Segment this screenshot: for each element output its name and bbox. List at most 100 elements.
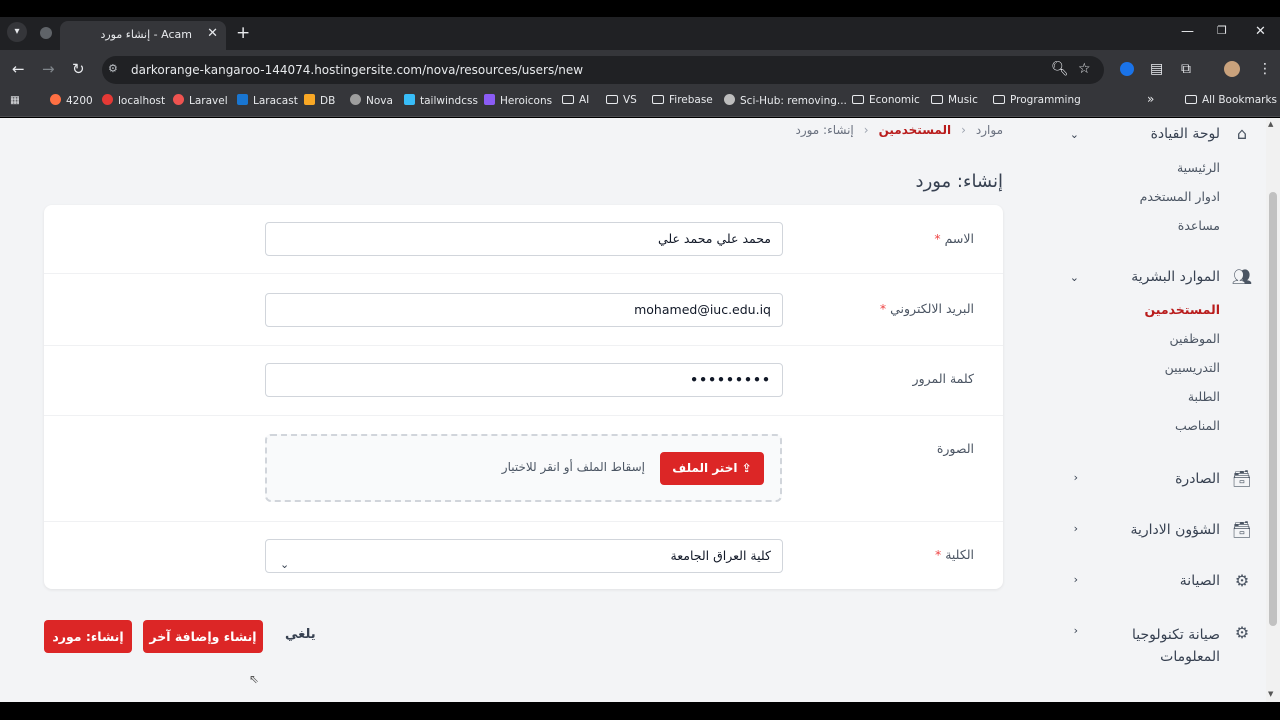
- sidebar-group-hr[interactable]: الموارد البشرية: [1131, 269, 1220, 285]
- cancel-button[interactable]: يلغي: [285, 627, 316, 642]
- upload-icon: ⇪: [741, 461, 752, 475]
- chevron-left-icon[interactable]: ‹: [1074, 573, 1078, 586]
- college-select[interactable]: كلية العراق الجامعة ⌄: [265, 539, 783, 573]
- chevron-left-icon[interactable]: ‹: [1074, 471, 1078, 484]
- page-title: إنشاء: مورد: [915, 171, 1003, 192]
- bookmark-folder-firebase[interactable]: Firebase: [652, 94, 713, 106]
- document-icon[interactable]: ▤: [1150, 61, 1163, 77]
- breadcrumb-current: إنشاء: مورد: [795, 123, 854, 137]
- mouse-cursor-icon: ⇖: [249, 672, 260, 686]
- bookmark-heroicons[interactable]: Heroicons: [484, 94, 552, 107]
- sidebar-item-employees[interactable]: الموظفين: [1169, 331, 1220, 346]
- home-icon: ⌂: [1236, 124, 1248, 143]
- profile-avatar[interactable]: [1224, 61, 1240, 77]
- sidebar-group-maintenance[interactable]: الصيانة: [1180, 573, 1220, 589]
- app-page: ⌂ لوحة القيادة ⌄ الرئيسية ادوار المستخدم…: [0, 118, 1266, 702]
- minimize-icon[interactable]: —: [1181, 24, 1194, 39]
- apps-grid-icon[interactable]: ▦: [10, 94, 20, 106]
- college-selected-value: كلية العراق الجامعة: [670, 548, 771, 563]
- zoom-search-icon[interactable]: 🔍︎: [1051, 61, 1069, 77]
- forward-arrow-icon[interactable]: →: [42, 60, 55, 78]
- chevron-left-icon[interactable]: ‹: [1074, 522, 1078, 535]
- bookmark-4200[interactable]: 4200: [50, 94, 93, 107]
- chevron-down-icon[interactable]: ⌄: [1070, 271, 1079, 284]
- bookmark-scihub[interactable]: Sci-Hub: removing...: [724, 94, 847, 107]
- sidebar-group-dashboard[interactable]: لوحة القيادة: [1151, 126, 1220, 142]
- create-button[interactable]: إنشاء: مورد: [44, 620, 132, 653]
- name-label: الاسم *: [934, 231, 974, 246]
- restore-icon[interactable]: ❐: [1217, 24, 1227, 37]
- gear-icon: ⚙: [1234, 623, 1250, 642]
- active-tab[interactable]: إنشاء مورد - Acam ✕: [60, 21, 226, 50]
- sidebar-item-home[interactable]: الرئيسية: [1177, 160, 1220, 175]
- star-bookmark-icon[interactable]: ☆: [1078, 61, 1091, 77]
- bookmark-laracast[interactable]: Laracast: [237, 94, 298, 107]
- bookmark-db[interactable]: DB: [304, 94, 335, 107]
- laracast-icon: [237, 94, 248, 105]
- folder-icon: [562, 95, 574, 104]
- extension-blue-icon[interactable]: [1120, 62, 1134, 76]
- chevron-down-icon: ⌄: [280, 558, 290, 571]
- bookmark-folder-vs[interactable]: VS: [606, 94, 637, 106]
- sidebar-item-user-roles[interactable]: ادوار المستخدم: [1140, 189, 1220, 204]
- kebab-menu-icon[interactable]: ⋮: [1258, 61, 1272, 77]
- close-icon[interactable]: ✕: [207, 26, 218, 41]
- password-input[interactable]: •••••••••: [265, 363, 783, 397]
- sidebar-group-admin[interactable]: الشؤون الادارية: [1130, 522, 1220, 538]
- tab-search-chevron-icon[interactable]: ▾: [7, 22, 27, 42]
- chevron-left-icon[interactable]: ‹: [1074, 624, 1078, 637]
- chevron-down-icon[interactable]: ⌄: [1070, 128, 1079, 141]
- email-input[interactable]: mohamed@iuc.edu.iq: [265, 293, 783, 327]
- breadcrumb: موارد ‹ المستخدمين ‹ إنشاء: مورد: [795, 123, 1003, 137]
- reload-icon[interactable]: ↻: [72, 60, 85, 78]
- sidebar-item-teachers[interactable]: التدريسيين: [1165, 360, 1220, 375]
- bookmark-folder-economic[interactable]: Economic: [852, 94, 920, 106]
- window-close-icon[interactable]: ✕: [1255, 24, 1266, 39]
- breadcrumb-section[interactable]: المستخدمين: [879, 123, 951, 137]
- folder-icon: [852, 95, 864, 104]
- all-bookmarks[interactable]: All Bookmarks: [1185, 94, 1277, 106]
- college-label: الكلية *: [934, 547, 974, 562]
- bookmark-localhost[interactable]: localhost: [102, 94, 165, 107]
- breadcrumb-separator-icon: ‹: [961, 123, 966, 137]
- new-tab-plus-icon[interactable]: +: [236, 23, 250, 43]
- breadcrumb-root[interactable]: موارد: [976, 123, 1003, 137]
- scroll-up-arrow-icon[interactable]: ▲: [1268, 120, 1273, 128]
- form-card: الاسم * محمد علي محمد علي البريد الالكتر…: [44, 205, 1003, 589]
- inbox-icon: 🗃︎: [1231, 469, 1252, 488]
- breadcrumb-separator-icon: ‹: [863, 123, 869, 137]
- sidebar-item-students[interactable]: الطلبة: [1188, 389, 1220, 404]
- bookmark-folder-ai[interactable]: AI: [562, 94, 589, 106]
- sidebar-item-help[interactable]: مساعدة: [1178, 218, 1220, 233]
- sidebar-group-outgoing[interactable]: الصادرة: [1175, 471, 1220, 487]
- bookmark-laravel[interactable]: Laravel: [173, 94, 228, 107]
- folder-icon: [931, 95, 943, 104]
- site-settings-icon[interactable]: ⚙: [108, 62, 118, 75]
- scrollbar-thumb[interactable]: [1269, 192, 1277, 626]
- gear-icon: ⚙: [1234, 571, 1250, 590]
- sidebar-item-positions[interactable]: المناصب: [1175, 418, 1220, 433]
- inbox-icon: 🗃︎: [1231, 520, 1252, 539]
- bookmarks-overflow-chevron-icon[interactable]: »: [1147, 92, 1154, 106]
- bookmark-folder-music[interactable]: Music: [931, 94, 978, 106]
- bookmark-folder-programming[interactable]: Programming: [993, 94, 1081, 106]
- create-and-add-another-button[interactable]: إنشاء وإضافة آخر: [143, 620, 263, 653]
- sidebar-item-users[interactable]: المستخدمين: [1144, 302, 1220, 317]
- image-dropzone[interactable]: ⇪ اختر الملف إسقاط الملف أو انقر للاختيا…: [265, 434, 782, 502]
- users-group-icon: 👥︎: [1231, 267, 1252, 286]
- puzzle-extensions-icon[interactable]: ⧉: [1181, 61, 1191, 77]
- divider: [44, 415, 1003, 416]
- back-arrow-icon[interactable]: ←: [12, 60, 25, 78]
- bookmark-tailwindcss[interactable]: tailwindcss: [404, 94, 478, 107]
- email-label: البريد الالكتروني *: [879, 301, 974, 316]
- url-text[interactable]: darkorange-kangaroo-144074.hostingersite…: [131, 63, 583, 77]
- bookmark-favicon-icon: [50, 94, 61, 105]
- globe-icon[interactable]: [40, 27, 52, 39]
- tab-title: إنشاء مورد - Acam: [100, 28, 192, 41]
- name-input[interactable]: محمد علي محمد علي: [265, 222, 783, 256]
- nova-icon: [350, 94, 361, 105]
- choose-file-button[interactable]: ⇪ اختر الملف: [660, 452, 764, 485]
- scroll-down-arrow-icon[interactable]: ▼: [1268, 690, 1273, 698]
- bookmark-nova[interactable]: Nova: [350, 94, 393, 107]
- sidebar-group-it-maintenance[interactable]: صيانة تكنولوجيا المعلومات: [1110, 624, 1220, 668]
